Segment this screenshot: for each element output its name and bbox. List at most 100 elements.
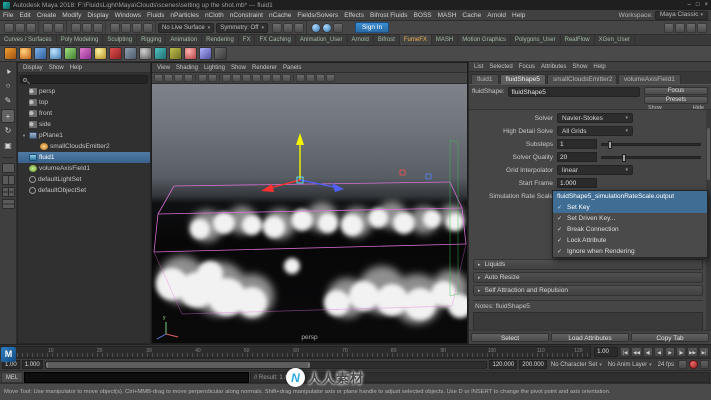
current-frame-field[interactable]: 1.00 — [594, 347, 618, 357]
shaded-mode-icon[interactable] — [306, 74, 315, 82]
outliner-item-top[interactable]: top — [18, 97, 150, 108]
solver-quality-slider[interactable] — [601, 156, 701, 159]
attribute-editor-toggle-icon[interactable] — [675, 23, 685, 33]
shelf-tab-fumefx[interactable]: FumeFX — [400, 35, 432, 46]
menu-arnold[interactable]: Arnold — [484, 10, 509, 21]
step-back-frame-button[interactable]: ◀◀ — [631, 347, 642, 357]
shelf-tab-sculpting[interactable]: Sculpting — [103, 35, 137, 46]
shelf-tab-rigging[interactable]: Rigging — [137, 35, 166, 46]
ae-menu-focus[interactable]: Focus — [516, 64, 538, 70]
render-current-frame-icon[interactable] — [311, 23, 321, 33]
move-manipulator[interactable] — [261, 133, 344, 192]
two-pane-layout-button[interactable] — [2, 175, 15, 185]
menu-ncache[interactable]: nCache — [266, 10, 294, 21]
context-menu-ignore-when-rendering[interactable]: ✓Ignore when Rendering — [553, 246, 707, 257]
step-back-key-button[interactable]: ◀| — [643, 347, 653, 357]
shelf-tool-icon[interactable] — [79, 47, 92, 60]
tool-settings-toggle-icon[interactable] — [686, 23, 696, 33]
shelf-tab-xgen-user[interactable]: XGen_User — [595, 35, 635, 46]
input-connections-icon[interactable] — [272, 23, 282, 33]
outliner-menu-display[interactable]: Display — [20, 65, 46, 71]
outliner-item-fluid1[interactable]: fluid1 — [18, 152, 150, 163]
paint-select-tool-icon[interactable]: ✎ — [1, 94, 15, 108]
four-pane-layout-button[interactable] — [2, 187, 15, 197]
shelf-tab-arnold[interactable]: Arnold — [348, 35, 374, 46]
shelf-tool-icon[interactable] — [199, 47, 212, 60]
shelf-tool-icon[interactable] — [154, 47, 167, 60]
menu-help[interactable]: Help — [509, 10, 528, 21]
snap-view-plane-icon[interactable] — [143, 23, 153, 33]
select-button[interactable]: Select — [471, 333, 549, 342]
playback-range-bar[interactable] — [46, 362, 310, 368]
safe-title-icon[interactable] — [282, 74, 291, 82]
scale-tool-icon[interactable]: ▣ — [1, 139, 15, 153]
outliner-item-smallcloudsemitter2[interactable]: smallCloudsEmitter2 — [18, 141, 150, 152]
emitter-locator[interactable] — [426, 174, 431, 179]
step-forward-key-button[interactable]: |▶ — [676, 347, 686, 357]
camera-attributes-icon[interactable] — [164, 74, 173, 82]
snap-point-icon[interactable] — [132, 23, 142, 33]
menu-windows[interactable]: Windows — [112, 10, 144, 21]
menu-nconstraint[interactable]: nConstraint — [227, 10, 266, 21]
shelf-tool-icon[interactable] — [109, 47, 122, 60]
field-chart-icon[interactable] — [262, 74, 271, 82]
solver-quality-field[interactable]: 20 — [557, 152, 597, 162]
wireframe-mode-icon[interactable] — [296, 74, 305, 82]
start-frame-field[interactable]: 1.000 — [557, 178, 597, 188]
section-self-attraction[interactable]: ▸Self Attraction and Repulsion — [473, 285, 703, 296]
select-component-icon[interactable] — [93, 23, 103, 33]
section-auto-resize[interactable]: ▸Auto Resize — [473, 272, 703, 283]
menu-boss[interactable]: BOSS — [411, 10, 435, 21]
shelf-tool-icon[interactable] — [214, 47, 227, 60]
outliner-item-defaultobjectset[interactable]: defaultObjectSet — [18, 185, 150, 196]
time-slider[interactable]: 10 20 30 40 50 60 70 80 90 100 110 120 — [1, 346, 591, 358]
shelf-tool-icon[interactable] — [94, 47, 107, 60]
outliner-item-front[interactable]: front — [18, 108, 150, 119]
minimize-button[interactable]: – — [688, 0, 691, 10]
workspace-selector[interactable]: Workspace: Maya Classic▾ — [619, 11, 711, 20]
shelf-tool-icon[interactable] — [49, 47, 62, 60]
play-forwards-button[interactable]: ▶ — [665, 347, 675, 357]
grid-toggle-icon[interactable] — [222, 74, 231, 82]
focus-button[interactable]: Focus — [644, 87, 708, 95]
emitter-locator[interactable] — [400, 170, 405, 175]
viewport-menu-renderer[interactable]: Renderer — [249, 65, 280, 71]
viewport-menu-lighting[interactable]: Lighting — [201, 65, 228, 71]
slider-handle[interactable] — [608, 141, 612, 149]
ae-menu-selected[interactable]: Selected — [486, 64, 515, 70]
viewport-canvas[interactable]: y persp — [152, 84, 467, 343]
shelf-tab-curves-surfaces[interactable]: Curves / Surfaces — [0, 35, 57, 46]
menu-display[interactable]: Display — [84, 10, 111, 21]
open-scene-icon[interactable] — [15, 23, 25, 33]
tab-volumeaxisfield1[interactable]: volumeAxisField1 — [618, 74, 681, 84]
menu-ncloth[interactable]: nCloth — [202, 10, 227, 21]
shelf-tool-icon[interactable] — [64, 47, 77, 60]
shelf-tab-fx[interactable]: FX — [239, 35, 256, 46]
snap-curve-icon[interactable] — [121, 23, 131, 33]
tab-fluid1[interactable]: fluid1 — [471, 74, 499, 84]
symmetry-dropdown[interactable]: Symmetry: Off ▾ — [216, 23, 268, 33]
shelf-tab-motion-graphics[interactable]: Motion Graphics — [458, 35, 511, 46]
shelf-tool-icon[interactable] — [139, 47, 152, 60]
load-attributes-button[interactable]: Load Attributes — [551, 333, 629, 342]
undo-icon[interactable] — [43, 23, 53, 33]
menu-nparticles[interactable]: nParticles — [167, 10, 202, 21]
character-set-dropdown[interactable]: No Character Set▾ — [549, 362, 604, 368]
render-settings-icon[interactable] — [333, 23, 343, 33]
context-menu-set-driven-key[interactable]: ✓Set Driven Key... — [553, 213, 707, 224]
perspective-viewport[interactable]: View Shading Lighting Show Renderer Pane… — [151, 62, 468, 344]
outliner-item-side[interactable]: side — [18, 119, 150, 130]
copy-tab-button[interactable]: Copy Tab — [631, 333, 709, 342]
shape-name-field[interactable]: fluidShape5 — [508, 87, 640, 97]
construction-history-icon[interactable] — [283, 23, 293, 33]
viewport-menu-show[interactable]: Show — [228, 65, 249, 71]
menu-create[interactable]: Create — [34, 10, 60, 21]
tab-fluidshape5[interactable]: fluidShape5 — [500, 74, 546, 84]
shelf-tab-mash[interactable]: MASH — [432, 35, 458, 46]
redo-icon[interactable] — [54, 23, 64, 33]
command-input[interactable] — [24, 372, 249, 383]
menu-fields-solvers[interactable]: Fields/Solvers — [294, 10, 341, 21]
safe-action-icon[interactable] — [272, 74, 281, 82]
textured-mode-icon[interactable] — [316, 74, 325, 82]
menu-fluids[interactable]: Fluids — [144, 10, 167, 21]
